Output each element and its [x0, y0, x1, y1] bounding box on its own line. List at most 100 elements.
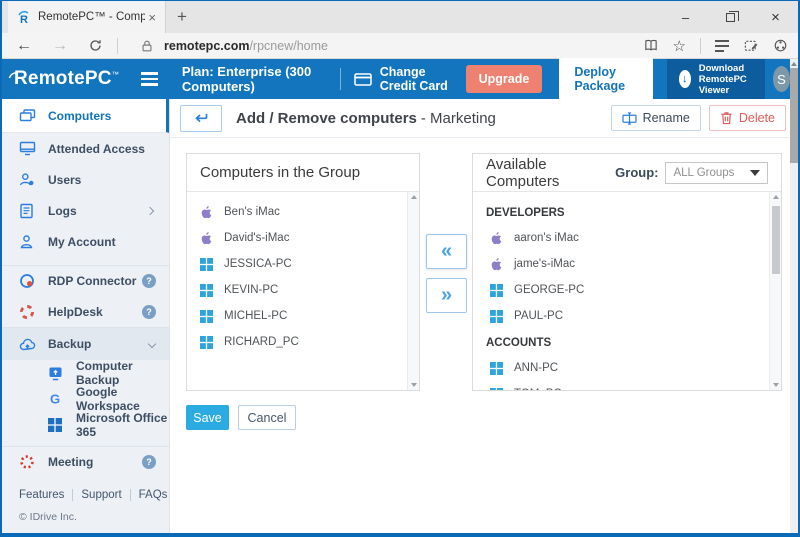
hub-icon[interactable] — [715, 40, 729, 52]
toolbar-divider — [700, 38, 701, 54]
windows-icon — [200, 310, 214, 323]
close-button[interactable]: × — [753, 1, 798, 33]
sidebar-item-backup[interactable]: Backup — [2, 327, 169, 360]
computer-item[interactable]: ANN-PC — [473, 355, 769, 381]
computer-item[interactable]: KEVIN-PC — [187, 277, 407, 303]
minimize-button[interactable]: – — [663, 1, 708, 33]
helpdesk-icon — [19, 304, 36, 320]
sidebar-item-helpdesk[interactable]: HelpDesk? — [2, 296, 169, 327]
tab-close-icon[interactable]: × — [145, 10, 159, 25]
forward-nav-icon[interactable]: → — [52, 37, 68, 55]
scroll-down-arrow-icon[interactable] — [770, 383, 781, 387]
restore-button[interactable] — [708, 1, 753, 33]
sidebar-item-label: Google Workspace — [76, 385, 169, 413]
remotepc-favicon-icon: R — [16, 9, 32, 25]
group-filter-label: Group: — [615, 165, 658, 180]
help-icon[interactable]: ? — [142, 274, 156, 288]
group-filter-dropdown[interactable]: ALL Groups — [665, 162, 768, 184]
sidebar-item-my-account[interactable]: My Account — [2, 226, 169, 257]
deploy-package-button[interactable]: Deploy Package — [559, 58, 652, 100]
trash-icon — [720, 111, 733, 125]
scroll-up-arrow-icon[interactable] — [770, 195, 781, 199]
favorites-star-icon[interactable]: ☆ — [673, 37, 686, 55]
sidebar-item-computers[interactable]: Computers — [2, 99, 169, 133]
computer-item[interactable]: aaron's iMac — [473, 225, 769, 251]
sidebar: Computers Attended AccessUsersLogsMy Acco… — [2, 99, 170, 533]
back-button[interactable] — [180, 105, 222, 132]
save-button[interactable]: Save — [186, 405, 229, 430]
computer-item[interactable]: JESSICA-PC — [187, 251, 407, 277]
reading-view-icon[interactable] — [643, 38, 659, 53]
delete-button[interactable]: Delete — [709, 105, 786, 131]
browser-tab[interactable]: R RemotePC™ - Compute × — [8, 1, 166, 33]
remotepc-logo: RemotePC™ — [14, 68, 119, 90]
rename-button[interactable]: Rename — [611, 105, 701, 131]
sidebar-item-label: HelpDesk — [48, 305, 142, 319]
url-field[interactable]: remotepc.com/rpcnew/home — [129, 39, 328, 53]
computer-name: JESSICA-PC — [224, 258, 292, 270]
back-nav-icon[interactable]: ← — [16, 37, 32, 55]
computers-icon — [19, 108, 36, 124]
windows-icon — [490, 362, 504, 375]
web-note-icon[interactable] — [743, 38, 759, 53]
scroll-up-arrow-icon[interactable] — [408, 195, 419, 199]
share-icon[interactable] — [773, 38, 788, 53]
upgrade-button[interactable]: Upgrade — [466, 65, 543, 93]
my-account-icon — [19, 234, 36, 249]
available-list-scrollbar[interactable] — [769, 192, 781, 390]
download-viewer-button[interactable]: ↓ DownloadRemotePC Viewer — [667, 59, 765, 99]
footer-link-features[interactable]: Features — [19, 489, 72, 501]
available-scrollbar-thumb[interactable] — [772, 206, 780, 274]
computer-item[interactable]: Ben's iMac — [187, 199, 407, 225]
move-to-group-button[interactable]: « — [426, 234, 467, 269]
windows-icon — [200, 258, 214, 271]
computer-name: Ben's iMac — [224, 206, 280, 218]
page-title-group: - Marketing — [421, 110, 496, 127]
sidebar-item-computer-backup[interactable]: Computer Backup — [2, 360, 169, 386]
chevron-down-icon — [750, 170, 760, 176]
help-icon[interactable]: ? — [142, 455, 156, 469]
menu-icon[interactable] — [141, 72, 158, 86]
computer-item[interactable]: GEORGE-PC — [473, 277, 769, 303]
computer-item[interactable]: MICHEL-PC — [187, 303, 407, 329]
footer-link-faqs[interactable]: FAQs — [130, 489, 176, 501]
computer-item[interactable]: PAUL-PC — [473, 303, 769, 329]
sidebar-item-label: Computers — [48, 109, 166, 123]
sidebar-item-google-workspace[interactable]: GGoogle Workspace — [2, 386, 169, 412]
computer-group-header: DEVELOPERS — [473, 201, 769, 225]
refresh-icon[interactable] — [88, 38, 103, 53]
windows-icon — [490, 388, 504, 391]
computer-item[interactable]: David's-iMac — [187, 225, 407, 251]
sidebar-item-rdp-connector[interactable]: RDP Connector? — [2, 265, 169, 296]
rdp-connector-icon — [19, 273, 36, 289]
sidebar-item-meeting[interactable]: Meeting? — [2, 446, 169, 477]
sidebar-item-users[interactable]: Users — [2, 164, 169, 195]
page-scrollbar[interactable] — [790, 59, 798, 533]
sidebar-item-attended-access[interactable]: Attended Access — [2, 133, 169, 164]
available-computers-list: DEVELOPERS aaron's iMac jame's-iMacGEORGE-… — [473, 192, 769, 390]
scroll-up-arrow-icon[interactable] — [790, 59, 798, 68]
user-avatar[interactable]: S — [773, 66, 790, 92]
sidebar-item-microsoft-office-365[interactable]: Microsoft Office 365 — [2, 412, 169, 438]
new-tab-button[interactable]: + — [166, 1, 198, 33]
computer-item[interactable]: jame's-iMac — [473, 251, 769, 277]
computer-name: MICHEL-PC — [224, 310, 287, 322]
footer-link-support[interactable]: Support — [72, 489, 129, 501]
computer-name: aaron's iMac — [514, 232, 579, 244]
change-credit-card-button[interactable]: Change Credit Card — [354, 65, 449, 93]
move-out-of-group-button[interactable]: » — [426, 278, 467, 313]
group-list-scrollbar[interactable] — [407, 192, 419, 390]
computer-name: TOM_PC — [514, 388, 562, 390]
sidebar-item-logs[interactable]: Logs — [2, 195, 169, 226]
cancel-button[interactable]: Cancel — [238, 405, 296, 430]
computer-name: KEVIN-PC — [224, 284, 278, 296]
svg-text:R: R — [20, 14, 28, 25]
computer-item[interactable]: TOM_PC — [473, 381, 769, 390]
page-title: Add / Remove computers — [236, 110, 417, 127]
sidebar-item-label: Meeting — [48, 455, 142, 469]
windows-icon — [490, 284, 504, 297]
scroll-down-arrow-icon[interactable] — [408, 383, 419, 387]
computer-item[interactable]: RICHARD_PC — [187, 329, 407, 355]
help-icon[interactable]: ? — [142, 305, 156, 319]
page-scrollbar-thumb[interactable] — [790, 68, 798, 163]
